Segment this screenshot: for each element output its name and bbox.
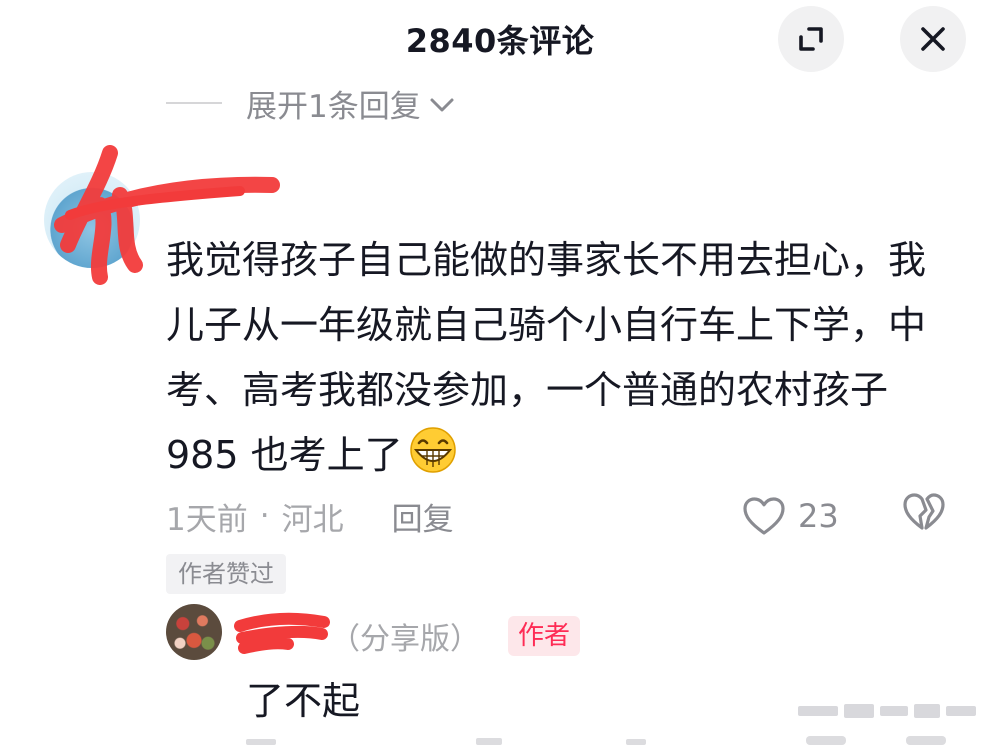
dislike-button[interactable] bbox=[902, 492, 946, 538]
close-icon bbox=[921, 27, 945, 51]
meta-separator: · bbox=[259, 498, 270, 534]
grinning-face-icon bbox=[409, 427, 456, 473]
like-count: 23 bbox=[798, 497, 839, 535]
comment-body: 我觉得孩子自己能做的事家长不用去担心，我儿子从一年级就自己骑个小自行车上下学，中… bbox=[166, 228, 926, 488]
expand-replies-button[interactable]: 展开1条回复 bbox=[166, 80, 455, 126]
comment-text: 我觉得孩子自己能做的事家长不用去担心，我儿子从一年级就自己骑个小自行车上下学，中… bbox=[166, 238, 927, 477]
reply-text: 了不起 bbox=[246, 679, 361, 723]
heart-icon bbox=[743, 497, 785, 535]
fullscreen-icon bbox=[799, 27, 823, 51]
comments-panel: 2840条评论 展开1条回复 我觉得孩子自己能做的事家长不用去担心，我儿子从一年… bbox=[0, 0, 1000, 745]
comment-location: 河北 bbox=[281, 501, 344, 538]
close-button[interactable] bbox=[900, 6, 966, 72]
reply-author-avatar[interactable] bbox=[166, 604, 222, 660]
like-button[interactable]: 23 bbox=[742, 490, 839, 542]
comment-time: 1天前 bbox=[166, 501, 248, 538]
watermark-decoration bbox=[798, 704, 976, 718]
next-content-edge bbox=[246, 736, 946, 745]
comment-count-title: 2840条评论 bbox=[405, 22, 595, 60]
expand-replies-label: 展开1条回复 bbox=[246, 88, 421, 125]
author-badge: 作者 bbox=[508, 616, 581, 656]
author-liked-badge: 作者赞过 bbox=[166, 554, 286, 594]
redaction-scribble bbox=[234, 612, 330, 654]
fullscreen-button[interactable] bbox=[778, 6, 844, 72]
chevron-down-icon bbox=[430, 98, 454, 112]
broken-heart-icon bbox=[903, 493, 945, 530]
reply-author-name[interactable]: （分享版） bbox=[330, 614, 480, 658]
comment-meta: 1天前 · 河北 回复 bbox=[166, 490, 454, 542]
reply-button[interactable]: 回复 bbox=[392, 494, 454, 539]
divider-line bbox=[166, 102, 222, 104]
